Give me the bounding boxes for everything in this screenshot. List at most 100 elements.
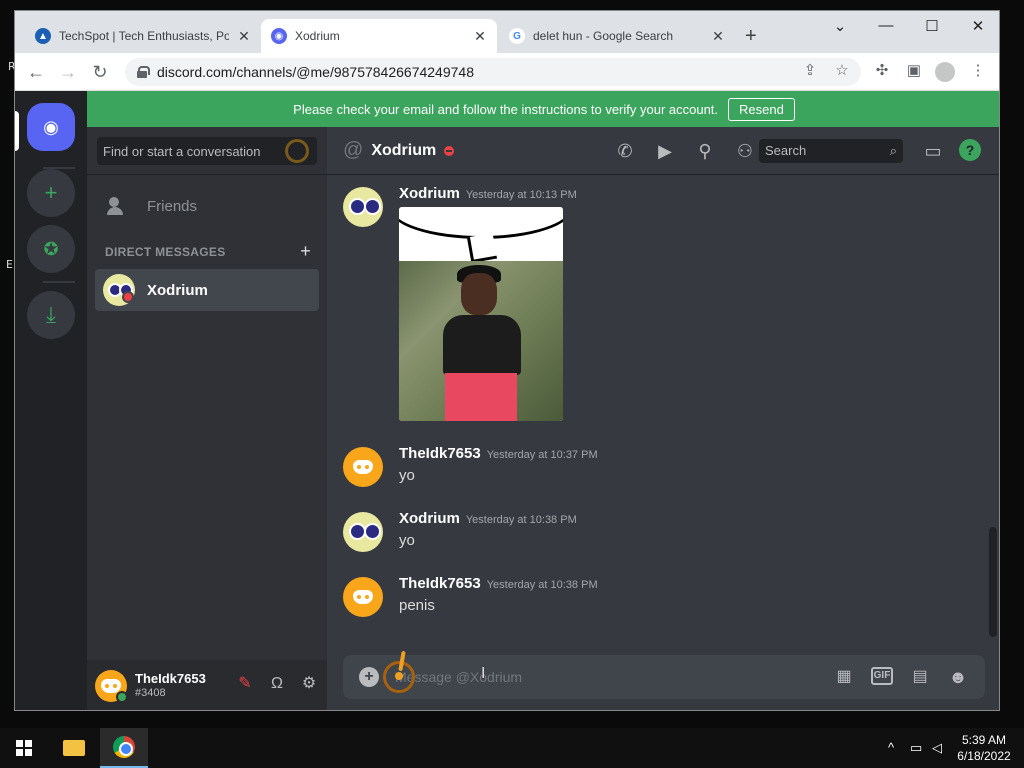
avatar[interactable] — [343, 512, 383, 552]
minimize-button[interactable]: — — [871, 17, 901, 34]
author-name: Xodrium — [399, 185, 460, 202]
chat-search-input[interactable]: Search ⌕ — [759, 139, 903, 163]
microphone-muted-icon[interactable]: ✎ — [235, 674, 255, 694]
gift-icon[interactable]: ▦ — [833, 667, 855, 687]
compass-icon: ✪ — [43, 238, 59, 259]
menu-icon[interactable]: ⋮ — [967, 61, 989, 79]
resend-button[interactable]: Resend — [728, 97, 795, 121]
chat-area: @ Xodrium ✆ ▶ ⚲ ⚇ Search ⌕ ▭ ? XodriumY — [327, 127, 999, 710]
add-friend-icon[interactable]: ⚇ — [733, 139, 757, 163]
tab-search-icon[interactable]: ⌄ — [825, 17, 855, 35]
dnd-status-icon — [444, 145, 455, 156]
photo-detail — [445, 373, 517, 421]
tray-chevron-icon[interactable]: ^ — [888, 740, 894, 755]
video-call-icon[interactable]: ▶ — [653, 139, 677, 163]
windows-start-icon[interactable] — [16, 740, 32, 756]
photo-detail — [443, 315, 521, 375]
volume-muted-icon[interactable]: ◁ — [932, 740, 942, 756]
home-button[interactable]: ◉ — [27, 103, 75, 151]
direct-messages-label: DIRECT MESSAGES — [105, 245, 226, 259]
author-name: TheIdk7653 — [399, 575, 481, 592]
close-window-button[interactable]: ✕ — [963, 17, 993, 35]
voice-call-icon[interactable]: ✆ — [613, 139, 637, 163]
explore-servers-button[interactable]: ✪ — [27, 225, 75, 273]
inbox-icon[interactable]: ▭ — [921, 139, 945, 163]
find-conversation-button[interactable]: Find or start a conversation — [97, 137, 317, 165]
message-timestamp: Yesterday at 10:37 PM — [486, 449, 598, 461]
username: TheIdk7653 #3408 — [135, 671, 206, 701]
message-input[interactable] — [395, 667, 815, 687]
at-icon: @ — [343, 139, 364, 161]
tab-google-search[interactable]: G delet hun - Google Search ✕ — [499, 19, 735, 53]
taskbar-clock[interactable]: 5:39 AM 6/18/2022 — [952, 732, 1016, 764]
add-server-button[interactable]: + — [27, 169, 75, 217]
help-icon[interactable]: ? — [959, 139, 981, 161]
dm-item-xodrium[interactable]: Xodrium — [95, 269, 319, 311]
extensions-icon[interactable]: ✣ — [871, 61, 893, 79]
pin-icon[interactable]: ⚲ — [693, 139, 717, 163]
bookmark-star-icon[interactable]: ☆ — [831, 61, 853, 79]
gear-icon[interactable]: ⚙ — [299, 674, 319, 694]
browser-window: ▲ TechSpot | Tech Enthusiasts, Pow ✕ ◉ X… — [14, 10, 1000, 711]
back-icon[interactable]: ← — [25, 61, 47, 83]
avatar[interactable] — [343, 577, 383, 617]
tab-xodrium[interactable]: ◉ Xodrium ✕ — [261, 19, 497, 53]
photo-detail — [461, 273, 497, 315]
message-text: penis — [399, 597, 435, 614]
discord-icon — [353, 460, 373, 474]
avatar[interactable] — [343, 187, 383, 227]
clock-time: 5:39 AM — [961, 733, 1007, 747]
close-icon[interactable]: ✕ — [237, 28, 251, 45]
reload-icon[interactable]: ↻ — [89, 61, 111, 83]
profile-avatar[interactable] — [935, 62, 955, 82]
close-icon[interactable]: ✕ — [473, 28, 487, 45]
friends-icon — [107, 197, 131, 215]
emoji-icon[interactable]: ☻ — [947, 667, 969, 687]
message-scrollbar[interactable] — [989, 527, 997, 637]
tab-title: delet hun - Google Search — [533, 29, 674, 43]
chat-title: Xodrium — [371, 141, 437, 159]
maximize-button[interactable]: ☐ — [917, 17, 947, 35]
message-author[interactable]: Xodrium Yesterday at 10:13 PM — [399, 185, 577, 202]
user-tag: #3408 — [135, 687, 166, 699]
sticker-icon[interactable]: ▤ — [909, 667, 931, 687]
side-panel-icon[interactable]: ▣ — [903, 61, 925, 79]
direct-messages-header: DIRECT MESSAGES + — [105, 241, 311, 261]
message-text: yo — [399, 467, 415, 484]
find-conversation-label: Find or start a conversation — [103, 143, 261, 159]
tab-strip: ▲ TechSpot | Tech Enthusiasts, Pow ✕ ◉ X… — [15, 11, 999, 53]
chrome-taskbar-button[interactable] — [100, 728, 148, 768]
plus-icon: + — [44, 180, 58, 205]
username-text: TheIdk7653 — [135, 671, 206, 686]
dm-sidebar: Find or start a conversation Friends DIR… — [87, 127, 327, 710]
attach-plus-icon[interactable]: + — [359, 667, 379, 687]
message-author[interactable]: TheIdk7653 Yesterday at 10:38 PM — [399, 575, 598, 592]
lock-icon — [137, 66, 150, 78]
download-icon: ⤓ — [46, 302, 56, 327]
discord-icon: ◉ — [43, 116, 59, 137]
message-author[interactable]: TheIdk7653 Yesterday at 10:37 PM — [399, 445, 598, 462]
address-bar[interactable]: discord.com/channels/@me/987578426674249… — [125, 58, 861, 86]
avatar[interactable] — [343, 447, 383, 487]
text-cursor-icon: I — [481, 665, 486, 682]
download-apps-button[interactable]: ⤓ — [27, 291, 75, 339]
tab-techspot[interactable]: ▲ TechSpot | Tech Enthusiasts, Pow ✕ — [25, 19, 261, 53]
speech-bubble-tail — [466, 232, 498, 264]
dnd-status-icon — [122, 291, 134, 303]
message-item: Xodrium Yesterday at 10:38 PM yo — [343, 510, 963, 558]
message-author[interactable]: Xodrium Yesterday at 10:38 PM — [399, 510, 577, 527]
headphones-icon[interactable]: Ω — [267, 674, 287, 694]
discord-icon — [353, 590, 373, 604]
new-tab-button[interactable]: + — [745, 25, 757, 48]
user-avatar[interactable] — [95, 670, 128, 703]
network-icon[interactable]: ▭ — [910, 740, 922, 756]
gif-icon[interactable]: GIF — [871, 667, 893, 685]
file-explorer-button[interactable] — [50, 728, 98, 768]
friends-nav-item[interactable]: Friends — [95, 185, 319, 227]
share-icon[interactable]: ⇪ — [799, 61, 821, 79]
message-timestamp: Yesterday at 10:38 PM — [486, 579, 598, 591]
image-attachment[interactable] — [399, 207, 563, 421]
forward-icon[interactable]: → — [57, 61, 79, 83]
close-icon[interactable]: ✕ — [711, 28, 725, 45]
create-dm-button[interactable]: + — [300, 241, 311, 262]
